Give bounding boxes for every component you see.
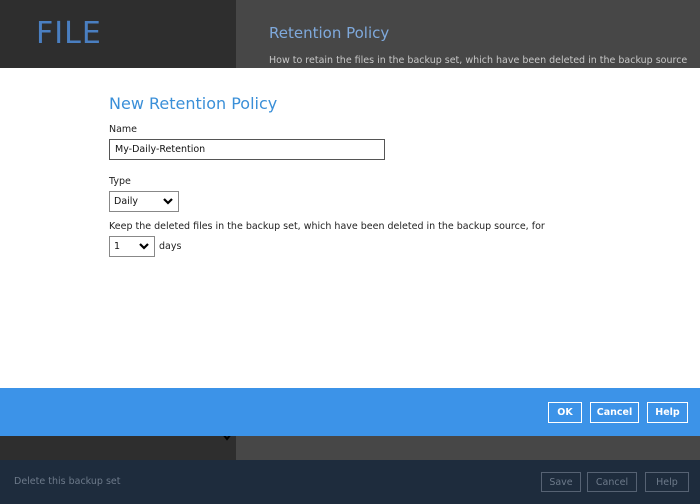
days-select[interactable]: 1 xyxy=(109,236,155,257)
name-label: Name xyxy=(109,124,138,135)
delete-backup-set-link[interactable]: Delete this backup set xyxy=(14,476,120,487)
dialog-title: New Retention Policy xyxy=(109,94,278,113)
chevron-down-icon xyxy=(163,198,173,205)
chevron-down-icon xyxy=(139,243,149,250)
retention-policy-description: How to retain the files in the backup se… xyxy=(269,55,688,66)
save-button[interactable]: Save xyxy=(541,472,581,492)
ok-button[interactable]: OK xyxy=(548,402,582,423)
app-title: FILE xyxy=(36,16,102,51)
type-select-value: Daily xyxy=(114,196,139,207)
keep-deleted-files-label: Keep the deleted files in the backup set… xyxy=(109,221,545,232)
type-label: Type xyxy=(109,176,131,187)
background-help-button[interactable]: Help xyxy=(645,472,689,492)
days-unit-label: days xyxy=(159,241,182,252)
dialog-footer: OK Cancel Help xyxy=(0,388,700,436)
name-input[interactable] xyxy=(109,139,385,160)
help-button[interactable]: Help xyxy=(647,402,688,423)
cancel-button[interactable]: Cancel xyxy=(590,402,639,423)
new-retention-policy-dialog: New Retention Policy Name Type Daily Kee… xyxy=(0,68,700,388)
days-select-value: 1 xyxy=(114,241,121,252)
type-select[interactable]: Daily xyxy=(109,191,179,212)
background-cancel-button[interactable]: Cancel xyxy=(587,472,637,492)
retention-policy-heading: Retention Policy xyxy=(269,24,390,42)
